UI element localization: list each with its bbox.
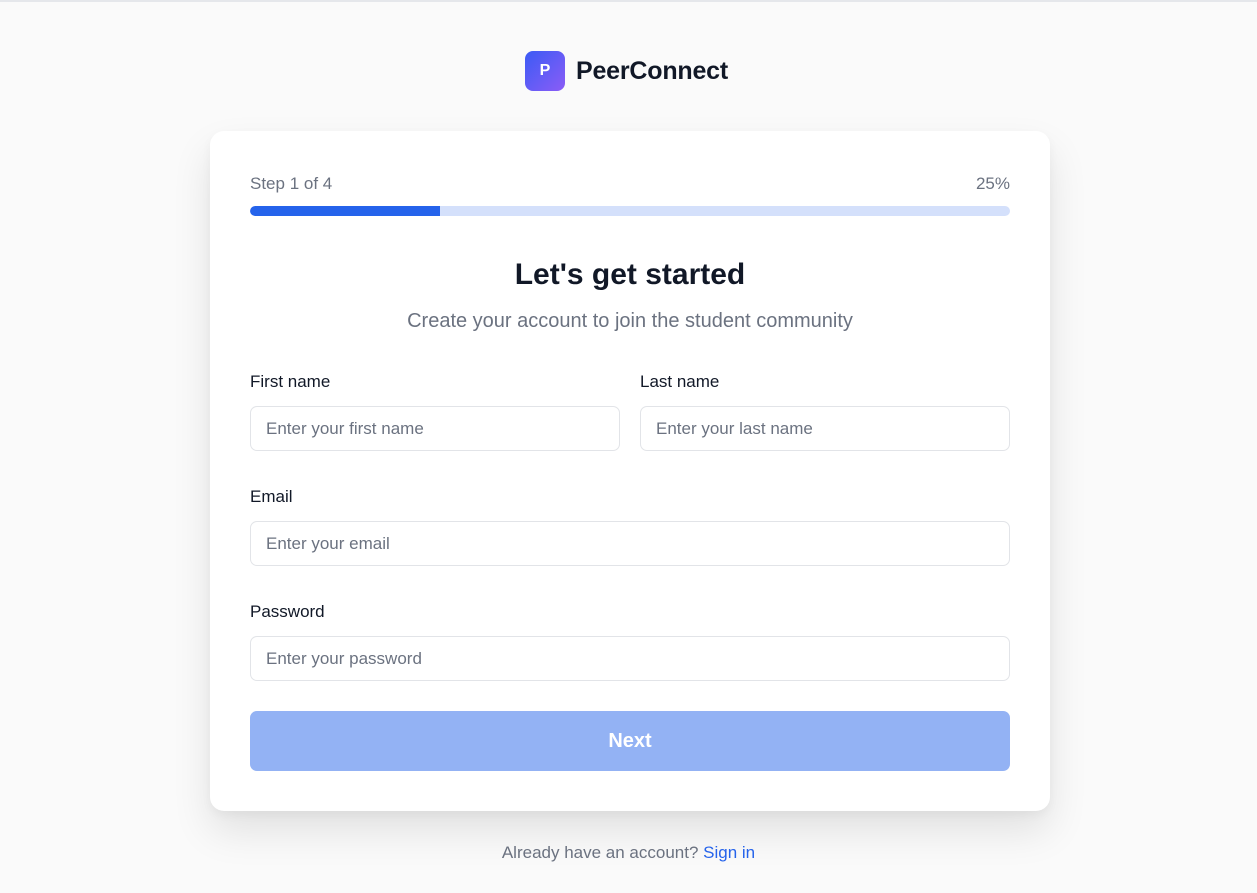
page-title: Let's get started xyxy=(514,258,746,291)
password-field[interactable] xyxy=(250,636,1010,681)
brand-name: PeerConnect xyxy=(576,56,729,85)
top-divider xyxy=(0,0,1257,2)
password-label: Password xyxy=(250,602,325,621)
first-name-field[interactable] xyxy=(250,406,620,451)
next-button[interactable]: Next xyxy=(250,711,1010,771)
first-name-label: First name xyxy=(250,372,331,391)
last-name-field[interactable] xyxy=(640,406,1010,451)
progress-bar xyxy=(250,206,1010,216)
progress-bar-fill xyxy=(250,206,440,216)
email-field[interactable] xyxy=(250,521,1010,566)
progress-percent: 25% xyxy=(975,174,1010,193)
logo-icon: P xyxy=(525,51,565,91)
signin-prompt-text: Already have an account? xyxy=(501,843,704,862)
email-label: Email xyxy=(250,487,293,506)
progress-header: Step 1 of 4 25% xyxy=(250,174,1010,194)
signup-card: Step 1 of 4 25% Let's get started Create… xyxy=(210,131,1050,811)
signin-link[interactable]: Sign in xyxy=(703,843,755,862)
brand-header: P PeerConnect xyxy=(525,51,728,91)
page-subtitle: Create your account to join the student … xyxy=(407,310,853,332)
last-name-label: Last name xyxy=(640,372,720,391)
step-indicator: Step 1 of 4 xyxy=(250,174,333,193)
signin-prompt: Already have an account? Sign in xyxy=(0,843,1257,863)
